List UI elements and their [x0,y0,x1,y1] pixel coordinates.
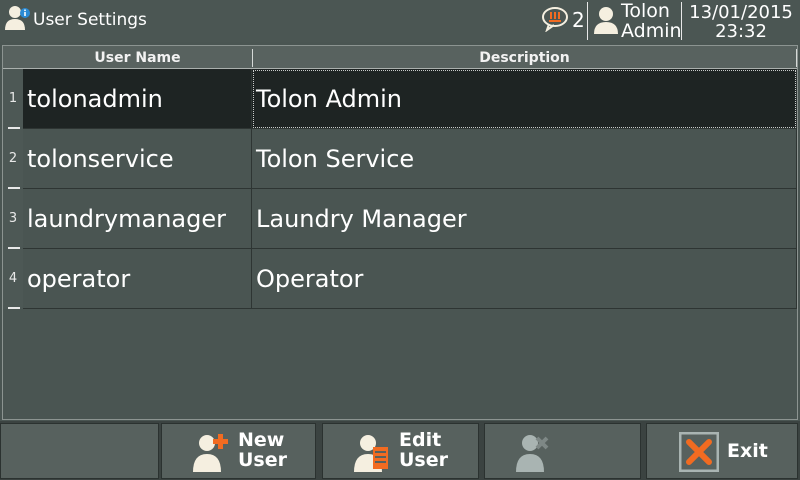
bottom-toolbar: New User Edit User Exit [0,421,800,480]
row-number: 4 [3,249,23,309]
row-number: 3 [3,189,23,249]
row-number: 2 [3,129,23,189]
edit-user-button[interactable]: Edit User [322,423,479,479]
username-cell[interactable]: laundrymanager [23,189,252,249]
new-user-label: New User [238,429,287,471]
table-row[interactable]: 2 tolonservice Tolon Service [3,129,797,189]
alarm-count: 2 [572,8,585,32]
user-delete-icon [516,435,549,472]
user-table: User Name Description 1 tolonadmin Tolon… [2,45,798,420]
alarm-speech-bubble-icon[interactable] [541,6,571,32]
delete-user-button[interactable] [484,423,641,479]
empty-slot [0,423,159,479]
description-cell[interactable]: Tolon Admin [252,69,797,129]
exit-label: Exit [727,440,768,462]
new-user-button[interactable]: New User [161,423,316,479]
logged-in-user: Tolon Admin [621,1,682,41]
table-row[interactable]: 4 operator Operator [3,249,797,309]
user-edit-icon [354,435,388,472]
description-cell[interactable]: Tolon Service [252,129,797,189]
title-bar: User Settings 2 Tolon Admin 13/01/2015 2… [0,0,800,42]
description-cell[interactable]: Operator [252,249,797,309]
user-info-icon [5,6,30,30]
date-label: 13/01/2015 [689,2,793,23]
username-cell[interactable]: tolonadmin [23,69,252,129]
table-row[interactable]: 3 laundrymanager Laundry Manager [3,189,797,249]
user-plus-icon [193,434,228,472]
header-divider [587,2,588,40]
person-icon [594,7,618,34]
exit-button[interactable]: Exit [646,423,798,479]
user-role: Admin [621,20,682,42]
edit-user-label: Edit User [399,429,448,471]
table-row[interactable]: 1 tolonadmin Tolon Admin [3,69,797,129]
exit-x-icon [679,432,719,472]
row-number: 1 [3,69,23,129]
header-divider [681,2,682,40]
datetime: 13/01/2015 23:32 [684,3,798,41]
column-header-username[interactable]: User Name [23,46,252,68]
username-cell[interactable]: tolonservice [23,129,252,189]
table-header: User Name Description [3,46,797,69]
time-label: 23:32 [715,21,767,42]
column-header-description[interactable]: Description [252,46,797,68]
column-separator [796,49,797,67]
user-first-name: Tolon [621,0,670,22]
page-title: User Settings [33,10,147,30]
description-cell[interactable]: Laundry Manager [252,189,797,249]
username-cell[interactable]: operator [23,249,252,309]
